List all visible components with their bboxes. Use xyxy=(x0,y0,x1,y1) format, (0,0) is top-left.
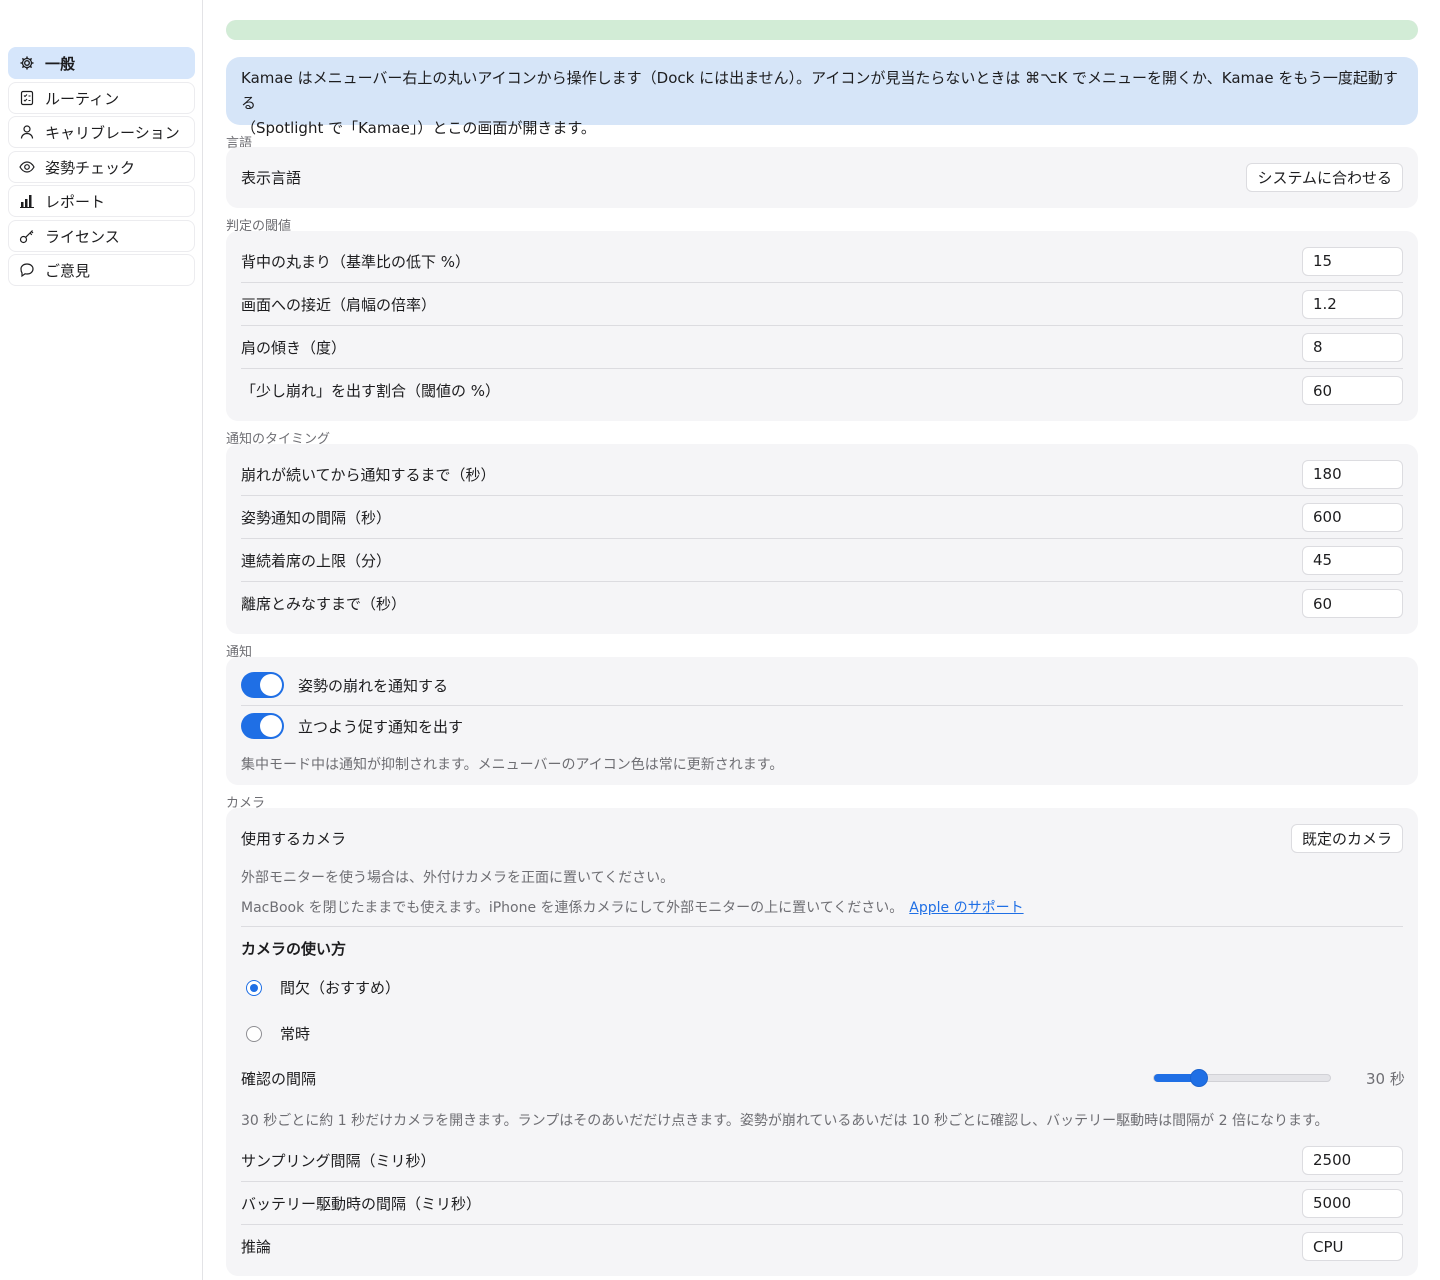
radio-label: 間欠（おすすめ） xyxy=(280,979,401,997)
timing-delay-field[interactable]: 180 xyxy=(1302,459,1403,489)
check-interval-label: 確認の間隔 xyxy=(241,1070,317,1088)
battery-interval-field[interactable]: 5000 xyxy=(1302,1188,1403,1218)
threshold-label: 肩の傾き（度） xyxy=(241,338,347,357)
timing-label: 姿勢通知の間隔（秒） xyxy=(241,508,392,527)
radio-selected-icon[interactable] xyxy=(246,979,262,996)
chart-icon xyxy=(19,193,35,209)
check-interval-note: 30 秒ごとに約 1 秒だけカメラを開きます。ランプはそのあいだだけ点きます。姿… xyxy=(241,1113,1329,1129)
sidebar-item-routine[interactable]: ルーティン xyxy=(8,82,195,114)
threshold-shoulder-tilt-field[interactable]: 8 xyxy=(1302,332,1403,362)
sidebar-item-label: 一般 xyxy=(45,54,76,73)
camera-row-label: 推論 xyxy=(241,1238,272,1256)
threshold-label: 画面への接近（肩幅の倍率） xyxy=(241,295,437,314)
key-icon xyxy=(19,228,35,244)
info-banner: Kamae はメニューバー右上の丸いアイコンから操作します（Dock には出ませ… xyxy=(226,57,1418,137)
threshold-label: 背中の丸まり（基準比の低下 %） xyxy=(241,252,471,271)
timing-label: 連続着席の上限（分） xyxy=(241,551,392,570)
timing-card: 崩れが続いてから通知するまで（秒） 180 姿勢通知の間隔（秒） 600 連続着… xyxy=(226,444,1418,634)
sidebar-item-general[interactable]: 一般 xyxy=(8,47,195,79)
speech-bubble-icon xyxy=(19,262,35,278)
camera-mode-intermittent[interactable]: 間欠（おすすめ） xyxy=(246,977,400,998)
check-interval-slider[interactable] xyxy=(1153,1069,1331,1087)
camera-select[interactable]: 既定のカメラ xyxy=(1290,823,1403,853)
sidebar-item-calibration[interactable]: キャリブレーション xyxy=(8,116,195,148)
sampling-interval-field[interactable]: 2500 xyxy=(1302,1145,1403,1175)
timing-label: 離席とみなすまで（秒） xyxy=(241,595,407,613)
slider-thumb[interactable] xyxy=(1189,1069,1208,1087)
sidebar-item-label: 姿勢チェック xyxy=(45,158,136,177)
threshold-proximity-field[interactable]: 1.2 xyxy=(1302,289,1403,319)
display-language-label: 表示言語 xyxy=(241,168,302,187)
camera-usage-heading: カメラの使い方 xyxy=(241,940,347,958)
notify-stand-row: 立つよう促す通知を出す xyxy=(241,706,1403,746)
camera-note-external: 外部モニターを使う場合は、外付けカメラを正面に置いてください。 xyxy=(241,870,675,886)
sidebar-item-license[interactable]: ライセンス xyxy=(8,220,195,252)
camera-note-macbook: MacBook を閉じたままでも使えます。iPhone を連係カメラにして外部モ… xyxy=(241,897,1024,917)
threshold-rounding-field[interactable]: 15 xyxy=(1302,246,1403,276)
notify-stand-toggle[interactable] xyxy=(241,713,284,739)
camera-mode-always[interactable]: 常時 xyxy=(246,1023,310,1044)
camera-row-label: バッテリー駆動時の間隔（ミリ秒） xyxy=(241,1194,482,1213)
apple-support-link[interactable]: Apple のサポート xyxy=(909,900,1023,916)
camera-card: 使用するカメラ 既定のカメラ 外部モニターを使う場合は、外付けカメラを正面に置い… xyxy=(226,808,1418,1276)
progress-fill xyxy=(226,20,1418,40)
notifications-note: 集中モード中は通知が抑制されます。メニューバーのアイコン色は常に更新されます。 xyxy=(241,757,784,773)
threshold-label: 「少し崩れ」を出す割合（閾値の %） xyxy=(241,382,501,400)
camera-note-macbook-text: MacBook を閉じたままでも使えます。iPhone を連係カメラにして外部モ… xyxy=(241,900,904,916)
timing-interval-field[interactable]: 600 xyxy=(1302,502,1403,532)
sidebar-item-label: ご意見 xyxy=(45,261,91,280)
notify-posture-row: 姿勢の崩れを通知する xyxy=(241,665,1403,706)
sidebar-item-feedback[interactable]: ご意見 xyxy=(8,254,195,286)
gear-icon xyxy=(19,55,35,71)
radio-unselected-icon[interactable] xyxy=(246,1025,262,1042)
sidebar-item-label: ルーティン xyxy=(45,89,120,108)
banner-line-1: Kamae はメニューバー右上の丸いアイコンから操作します（Dock には出ませ… xyxy=(241,69,1398,112)
camera-label: 使用するカメラ xyxy=(241,829,347,848)
toggle-label: 姿勢の崩れを通知する xyxy=(298,676,449,695)
camera-row-label: サンプリング間隔（ミリ秒） xyxy=(241,1151,436,1170)
settings-main: Kamae はメニューバー右上の丸いアイコンから操作します（Dock には出ませ… xyxy=(226,0,1418,1280)
language-card: 表示言語 システムに合わせる xyxy=(226,147,1418,208)
inference-field[interactable]: CPU xyxy=(1302,1232,1403,1261)
check-interval-value: 30 秒 xyxy=(1366,1070,1405,1088)
timing-away-field[interactable]: 60 xyxy=(1302,589,1403,618)
timing-sitting-limit-field[interactable]: 45 xyxy=(1302,545,1403,575)
person-icon xyxy=(19,124,35,140)
notifications-card: 姿勢の崩れを通知する 立つよう促す通知を出す 集中モード中は通知が抑制されます。… xyxy=(226,657,1418,785)
notify-posture-toggle[interactable] xyxy=(241,672,284,698)
thresholds-card: 背中の丸まり（基準比の低下 %） 15 画面への接近（肩幅の倍率） 1.2 肩の… xyxy=(226,231,1418,421)
radio-label: 常時 xyxy=(280,1025,311,1043)
display-language-select[interactable]: システムに合わせる xyxy=(1246,162,1403,192)
divider xyxy=(241,926,1403,927)
checklist-icon xyxy=(19,90,35,106)
sidebar-item-label: ライセンス xyxy=(45,227,120,246)
sidebar-item-report[interactable]: レポート xyxy=(8,185,195,217)
sidebar-item-label: レポート xyxy=(45,192,106,211)
toggle-label: 立つよう促す通知を出す xyxy=(298,717,464,736)
sidebar-item-label: キャリブレーション xyxy=(45,123,180,142)
sidebar: 一般 ルーティン キャリブレーション 姿勢チェック レポート ライセンス ご意見 xyxy=(0,0,203,1280)
progress-bar xyxy=(226,20,1418,40)
eye-icon xyxy=(19,159,35,175)
sidebar-item-posture-check[interactable]: 姿勢チェック xyxy=(8,151,195,183)
banner-line-2: （Spotlight で「Kamae」）とこの画面が開きます。 xyxy=(241,119,596,137)
timing-label: 崩れが続いてから通知するまで（秒） xyxy=(241,465,496,484)
threshold-slight-ratio-field[interactable]: 60 xyxy=(1302,376,1403,405)
